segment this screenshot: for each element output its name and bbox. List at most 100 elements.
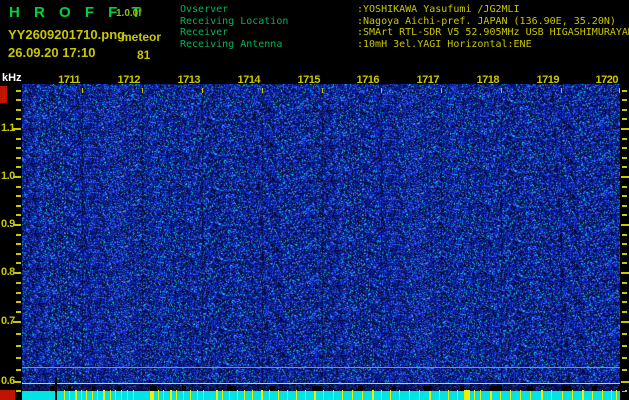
echo-marker bbox=[611, 390, 612, 400]
echo-marker bbox=[409, 390, 410, 400]
echo-marker bbox=[92, 390, 93, 400]
echo-marker bbox=[480, 390, 481, 400]
y-axis-minor-tick bbox=[16, 186, 21, 188]
signal-notch bbox=[68, 386, 71, 391]
y-axis-minor-tick-right bbox=[622, 243, 627, 245]
y-axis-minor-tick-right bbox=[622, 357, 627, 359]
x-axis-tick bbox=[619, 88, 620, 93]
echo-marker bbox=[170, 390, 172, 400]
y-axis-major-tick bbox=[13, 381, 21, 383]
x-axis-tick bbox=[262, 88, 263, 93]
echo-marker bbox=[616, 390, 617, 400]
y-axis-major-tick bbox=[13, 224, 21, 226]
red-marker bbox=[0, 86, 7, 103]
signal-notch bbox=[182, 386, 186, 391]
y-axis-minor-tick-right bbox=[622, 99, 627, 101]
y-axis-minor-tick bbox=[16, 99, 21, 101]
grid-hline bbox=[22, 367, 620, 368]
echo-marker bbox=[103, 390, 105, 400]
echo-marker bbox=[176, 390, 177, 400]
y-axis-minor-tick-right bbox=[622, 234, 627, 236]
signal-notch bbox=[117, 386, 121, 391]
echo-marker bbox=[244, 390, 245, 400]
echo-marker bbox=[399, 390, 400, 400]
output-filename: YY2609201710.png bbox=[8, 27, 126, 42]
y-axis-minor-tick-right bbox=[622, 147, 627, 149]
signal-notch bbox=[618, 386, 625, 391]
x-axis-tick bbox=[561, 88, 562, 93]
red-marker bbox=[0, 390, 15, 400]
echo-marker bbox=[592, 390, 593, 400]
y-axis-major-tick bbox=[13, 176, 21, 178]
echo-marker bbox=[372, 390, 374, 400]
y-axis-minor-tick-right bbox=[622, 90, 627, 92]
y-axis-minor-tick-right bbox=[622, 262, 627, 264]
x-axis-label: 1714 bbox=[237, 74, 261, 86]
echo-marker bbox=[551, 390, 552, 400]
y-axis-minor-tick-right bbox=[622, 369, 627, 371]
echo-marker bbox=[97, 390, 98, 400]
y-axis-minor-tick-right bbox=[622, 282, 627, 284]
y-axis-minor-tick bbox=[16, 157, 21, 159]
echo-marker bbox=[314, 390, 316, 400]
echo-marker bbox=[572, 390, 573, 400]
echo-marker bbox=[333, 390, 334, 400]
y-axis-major-tick-right bbox=[621, 272, 629, 274]
info-value: :10mH 3el.YAGI Horizontal:ENE bbox=[357, 38, 532, 50]
y-axis-minor-tick bbox=[16, 253, 21, 255]
echo-marker bbox=[158, 390, 159, 400]
echo-marker bbox=[269, 390, 270, 400]
echo-marker bbox=[75, 390, 77, 400]
x-axis-tick bbox=[202, 88, 203, 93]
echo-marker bbox=[419, 390, 420, 400]
signal-notch bbox=[92, 386, 95, 391]
echo-marker bbox=[541, 390, 543, 400]
y-axis-minor-tick-right bbox=[622, 138, 627, 140]
y-axis-major-tick-right bbox=[621, 176, 629, 178]
echo-marker bbox=[133, 390, 134, 400]
y-axis-minor-tick bbox=[16, 357, 21, 359]
x-axis-label: 1716 bbox=[356, 74, 380, 86]
x-axis-label: 1719 bbox=[536, 74, 560, 86]
y-axis-major-tick-right bbox=[621, 321, 629, 323]
echo-marker bbox=[390, 390, 391, 400]
echo-marker bbox=[197, 390, 198, 400]
echo-marker bbox=[457, 390, 458, 400]
mode-label: meteor bbox=[121, 30, 162, 44]
meteor-count: 81 bbox=[137, 48, 151, 62]
station-info-row: Ovserver:YOSHIKAWA Yasufumi /JG2MLI bbox=[180, 4, 629, 16]
y-axis-minor-tick-right bbox=[622, 301, 627, 303]
y-axis-major-tick bbox=[13, 321, 21, 323]
info-label: Receiving Location bbox=[180, 15, 289, 27]
echo-marker bbox=[429, 390, 431, 400]
info-label: Receiving Antenna bbox=[180, 38, 283, 50]
x-axis-label: 1718 bbox=[476, 74, 500, 86]
x-axis-tick bbox=[142, 88, 143, 93]
echo-marker bbox=[500, 390, 501, 400]
info-value: :YOSHIKAWA Yasufumi /JG2MLI bbox=[357, 4, 520, 15]
echo-marker bbox=[448, 390, 449, 400]
echo-marker bbox=[163, 390, 164, 400]
x-axis-tick bbox=[381, 88, 382, 93]
y-axis-minor-tick bbox=[16, 109, 21, 111]
observation-datetime: 26.09.20 17:10 bbox=[8, 45, 96, 60]
y-axis-minor-tick bbox=[16, 333, 21, 335]
station-info-row: Receiving Antenna :10mH 3el.YAGI Horizont… bbox=[180, 39, 629, 51]
y-axis-minor-tick bbox=[16, 166, 21, 168]
signal-notch bbox=[592, 386, 597, 391]
y-axis-minor-tick bbox=[16, 369, 21, 371]
y-axis-minor-tick bbox=[16, 390, 21, 392]
y-axis-major-tick bbox=[13, 128, 21, 130]
y-axis-minor-tick-right bbox=[622, 195, 627, 197]
y-axis-minor-tick bbox=[16, 214, 21, 216]
x-axis-tick bbox=[501, 88, 502, 93]
echo-marker bbox=[362, 390, 363, 400]
echo-marker bbox=[342, 390, 343, 400]
spectrogram-canvas bbox=[22, 84, 620, 391]
info-label: Receiver bbox=[180, 27, 229, 38]
echo-marker bbox=[64, 390, 65, 400]
echo-marker bbox=[203, 390, 204, 400]
y-axis-minor-tick bbox=[16, 345, 21, 347]
echo-marker bbox=[582, 390, 584, 400]
y-axis-minor-tick-right bbox=[622, 205, 627, 207]
